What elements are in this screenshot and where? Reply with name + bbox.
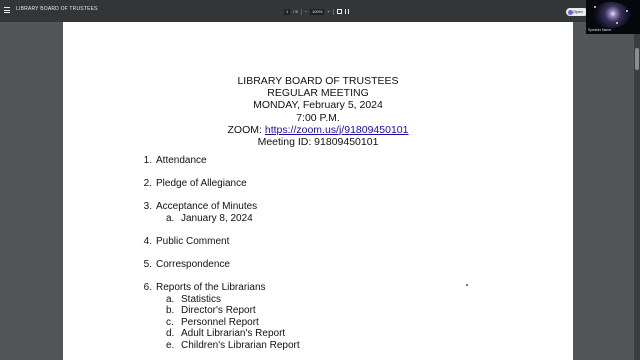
agenda-item: 4. Public Comment — [143, 236, 230, 247]
page-number-input[interactable]: 1 — [284, 8, 291, 15]
page-controls: 1 / 5 − 100% + — [284, 8, 349, 15]
zoom-out-icon[interactable]: − — [305, 9, 307, 14]
zoom-label: ZOOM: — [227, 123, 265, 136]
agenda-subitem: a. January 8, 2024 — [166, 212, 253, 224]
agenda-subitem: a. Statistics — [166, 293, 222, 305]
header-date: MONDAY, February 5, 2024 — [253, 99, 383, 112]
page-total: / 5 — [293, 9, 298, 14]
zoom-link[interactable]: https://zoom.us/j/91809450101 — [265, 124, 409, 136]
vertical-scrollbar[interactable] — [634, 22, 640, 360]
star — [626, 10, 628, 12]
webcam-caption: Speaker Name — [588, 28, 612, 32]
fit-page-icon[interactable] — [336, 9, 342, 14]
zoom-level[interactable]: 100% — [310, 8, 325, 15]
menu-icon[interactable] — [4, 7, 10, 13]
agenda-subitem: d. Adult Librarian's Report — [166, 328, 286, 339]
agenda-item: 2. Pledge of Allegiance — [143, 178, 247, 189]
agenda-item: 6. Reports of the Librarians — [143, 282, 266, 293]
toolbar-divider — [332, 8, 334, 15]
document-title: LIBRARY BOARD OF TRUSTEES — [16, 6, 98, 12]
toolbar-divider — [300, 8, 302, 15]
header-line-2: REGULAR MEETING — [267, 87, 369, 100]
agenda-subitem: e. Children's Librarian Report — [166, 339, 300, 351]
scrollbar-thumb[interactable] — [635, 48, 639, 70]
open-with-button[interactable]: Open — [566, 8, 588, 16]
meeting-id: Meeting ID: 91809450101 — [257, 136, 379, 149]
agenda-item: 5. Correspondence — [143, 259, 230, 270]
agenda-subitem: b. Director's Report — [166, 305, 256, 316]
agenda-item: 3. Acceptance of Minutes — [143, 201, 258, 212]
open-with-label: Open — [573, 9, 583, 14]
zoom-line: ZOOM: https://zoom.us/j/91809450101 — [63, 124, 573, 136]
app-icon — [567, 9, 573, 15]
rotate-icon[interactable] — [344, 9, 349, 14]
agenda-subitem: c. Personnel Report — [166, 316, 259, 328]
webcam-video — [592, 2, 630, 28]
mouse-cursor — [466, 284, 468, 286]
webcam-overlay: Speaker Name — [586, 0, 640, 34]
header-line-1: LIBRARY BOARD OF TRUSTEES — [237, 75, 399, 87]
zoom-in-icon[interactable]: + — [327, 9, 329, 14]
pdf-page: LIBRARY BOARD OF TRUSTEES REGULAR MEETIN… — [63, 22, 573, 360]
agenda-item: 1. Attendance — [143, 155, 207, 166]
star — [616, 22, 618, 24]
pdf-viewer[interactable]: LIBRARY BOARD OF TRUSTEES REGULAR MEETIN… — [0, 22, 640, 360]
pdf-toolbar: LIBRARY BOARD OF TRUSTEES 1 / 5 − 100% +… — [0, 0, 640, 22]
agenda-header: LIBRARY BOARD OF TRUSTEES REGULAR MEETIN… — [63, 75, 573, 148]
header-time: 7:00 P.M. — [296, 111, 340, 124]
star — [594, 6, 596, 8]
